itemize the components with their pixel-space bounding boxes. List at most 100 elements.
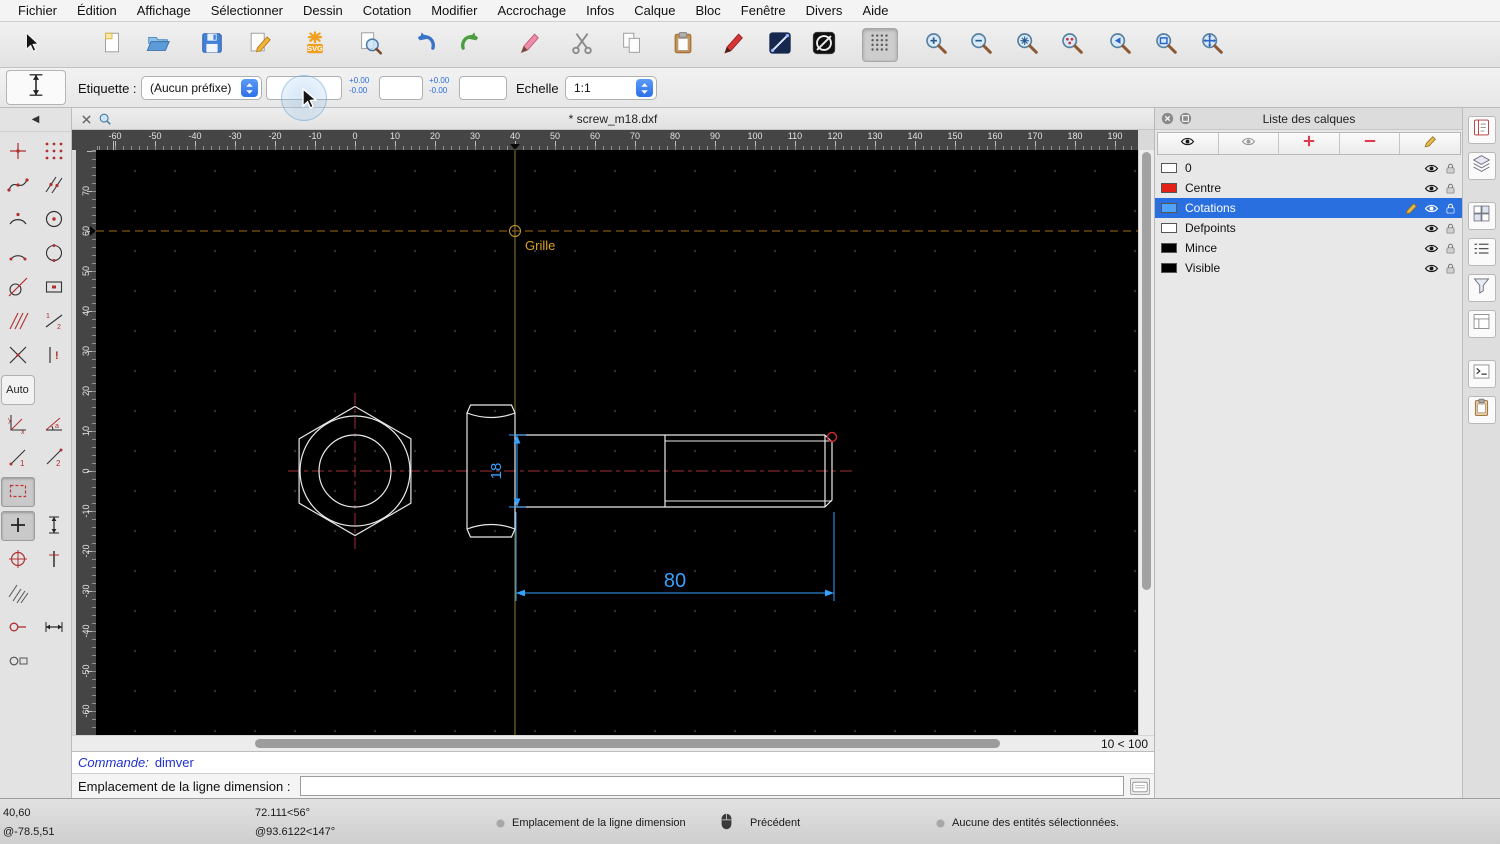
snap-grid-button[interactable]: [37, 137, 71, 167]
copy-button[interactable]: [614, 28, 650, 62]
auto-button[interactable]: Auto: [0, 375, 35, 405]
current-tool-indicator[interactable]: [6, 70, 66, 105]
layer-lock-icon[interactable]: [1444, 182, 1457, 195]
layer-visibility-icon[interactable]: [1424, 221, 1439, 236]
layer-panel-toggle-button[interactable]: [1467, 152, 1496, 180]
command-input[interactable]: [300, 776, 1124, 796]
entity-options-button[interactable]: [806, 28, 842, 62]
dim-vertical-button[interactable]: [37, 511, 71, 541]
add-layer-button[interactable]: [1279, 133, 1340, 154]
snap-endpoint-button[interactable]: [1, 171, 35, 201]
snap-rectangle-button[interactable]: [37, 273, 71, 303]
zoom-out-button[interactable]: [963, 28, 999, 62]
menu-aide[interactable]: Aide: [852, 3, 898, 18]
menu-cotation[interactable]: Cotation: [353, 3, 421, 18]
zoom-auto-button[interactable]: [1009, 28, 1045, 62]
remove-layer-button[interactable]: [1340, 133, 1401, 154]
layer-row-centre[interactable]: Centre: [1155, 178, 1463, 198]
menu-divers[interactable]: Divers: [796, 3, 853, 18]
relative-zero-lock-button[interactable]: [1, 647, 35, 677]
zoom-previous-button[interactable]: [1102, 28, 1138, 62]
layer-visibility-icon[interactable]: [1424, 161, 1439, 176]
layer-row-cotations[interactable]: Cotations: [1155, 198, 1463, 218]
selection-cursor-button[interactable]: [13, 28, 49, 62]
menu-infos[interactable]: Infos: [576, 3, 624, 18]
snap-on-entity-button[interactable]: [37, 171, 71, 201]
scale-select[interactable]: 1:1: [565, 76, 657, 100]
layer-lock-icon[interactable]: [1444, 162, 1457, 175]
save-file-button[interactable]: [194, 28, 230, 62]
new-document-button[interactable]: [94, 28, 130, 62]
open-file-button[interactable]: [140, 28, 176, 62]
snap-circle-point-button[interactable]: [37, 239, 71, 269]
menu-fenetre[interactable]: Fenêtre: [731, 3, 796, 18]
redo-button[interactable]: [453, 28, 489, 62]
zoom-in-button[interactable]: [918, 28, 954, 62]
collapse-panel-button[interactable]: ◀: [0, 108, 71, 132]
hide-all-layers-button[interactable]: [1219, 133, 1280, 154]
vertical-scrollbar[interactable]: [1138, 150, 1154, 735]
layer-visibility-icon[interactable]: [1424, 181, 1439, 196]
clipboard-panel-toggle-button[interactable]: [1467, 396, 1496, 424]
snap-circle-button[interactable]: [37, 205, 71, 235]
menu-selectionner[interactable]: Sélectionner: [201, 3, 293, 18]
dim-second-button[interactable]: 2: [37, 443, 71, 473]
zoom-pan-button[interactable]: [1194, 28, 1230, 62]
dim-first-button[interactable]: 1: [1, 443, 35, 473]
paste-button[interactable]: [665, 28, 701, 62]
snap-circle-cross-button[interactable]: [1, 545, 35, 575]
block-panel-toggle-button[interactable]: [1467, 202, 1496, 230]
layer-edit-icon[interactable]: [1404, 201, 1419, 216]
layer-visibility-icon[interactable]: [1424, 261, 1439, 276]
selection-filter-toggle-button[interactable]: [1467, 274, 1496, 302]
restrict-vertical-button[interactable]: [37, 545, 71, 575]
edit-document-button[interactable]: [242, 28, 278, 62]
line-attributes-button[interactable]: [762, 28, 798, 62]
document-zoom-icon[interactable]: [98, 112, 112, 131]
print-preview-button[interactable]: [352, 28, 388, 62]
snap-hatch-button[interactable]: [1, 307, 35, 337]
cut-button[interactable]: [564, 28, 600, 62]
menu-accrochage[interactable]: Accrochage: [487, 3, 576, 18]
command-line-panel-toggle-button[interactable]: [1467, 360, 1496, 388]
hatch-lines-button[interactable]: [1, 579, 35, 609]
layer-row-defpoints[interactable]: Defpoints: [1155, 218, 1463, 238]
snap-arc-button[interactable]: [1, 205, 35, 235]
coord-cartesian-button[interactable]: yx: [1, 409, 35, 439]
close-document-icon[interactable]: [80, 113, 92, 125]
snap-plus-button[interactable]: [0, 511, 35, 541]
horizontal-scrollbar-thumb[interactable]: [255, 739, 1000, 748]
layer-row-mince[interactable]: Mince: [1155, 238, 1463, 258]
layer-visibility-icon[interactable]: [1424, 201, 1439, 216]
coord-polar-button[interactable]: a: [37, 409, 71, 439]
label-input[interactable]: [266, 76, 342, 100]
layer-row-visible[interactable]: Visible: [1155, 258, 1463, 278]
layer-lock-icon[interactable]: [1444, 202, 1457, 215]
snap-cross-button[interactable]: [1, 341, 35, 371]
tolerance-lower-input[interactable]: [459, 76, 507, 100]
horizontal-scrollbar[interactable]: 10 < 100: [72, 735, 1154, 751]
menu-bloc[interactable]: Bloc: [685, 3, 730, 18]
show-all-layers-button[interactable]: [1158, 133, 1219, 154]
library-browser-toggle-button[interactable]: [1467, 116, 1496, 144]
zoom-window-button[interactable]: [1148, 28, 1184, 62]
menu-affichage[interactable]: Affichage: [127, 3, 201, 18]
layer-lock-icon[interactable]: [1444, 222, 1457, 235]
menu-fichier[interactable]: Fichier: [8, 3, 67, 18]
snap-arc-point-button[interactable]: [1, 239, 35, 269]
selection-window-button[interactable]: [0, 477, 35, 507]
snap-divide-button[interactable]: 12: [37, 307, 71, 337]
property-editor-toggle-button[interactable]: [1467, 310, 1496, 338]
menu-calque[interactable]: Calque: [624, 3, 685, 18]
drawing-canvas[interactable]: Grille 18 80: [96, 150, 1138, 735]
panel-undock-icon[interactable]: [1179, 112, 1192, 130]
panel-close-icon[interactable]: [1161, 112, 1174, 130]
draw-pen-button[interactable]: [715, 28, 751, 62]
view-list-toggle-button[interactable]: [1467, 238, 1496, 266]
undo-button[interactable]: [407, 28, 443, 62]
menu-dessin[interactable]: Dessin: [293, 3, 353, 18]
edit-layer-button[interactable]: [1400, 133, 1460, 154]
snap-exclusive-button[interactable]: !: [37, 341, 71, 371]
layer-lock-icon[interactable]: [1444, 242, 1457, 255]
snap-free-button[interactable]: [1, 137, 35, 167]
